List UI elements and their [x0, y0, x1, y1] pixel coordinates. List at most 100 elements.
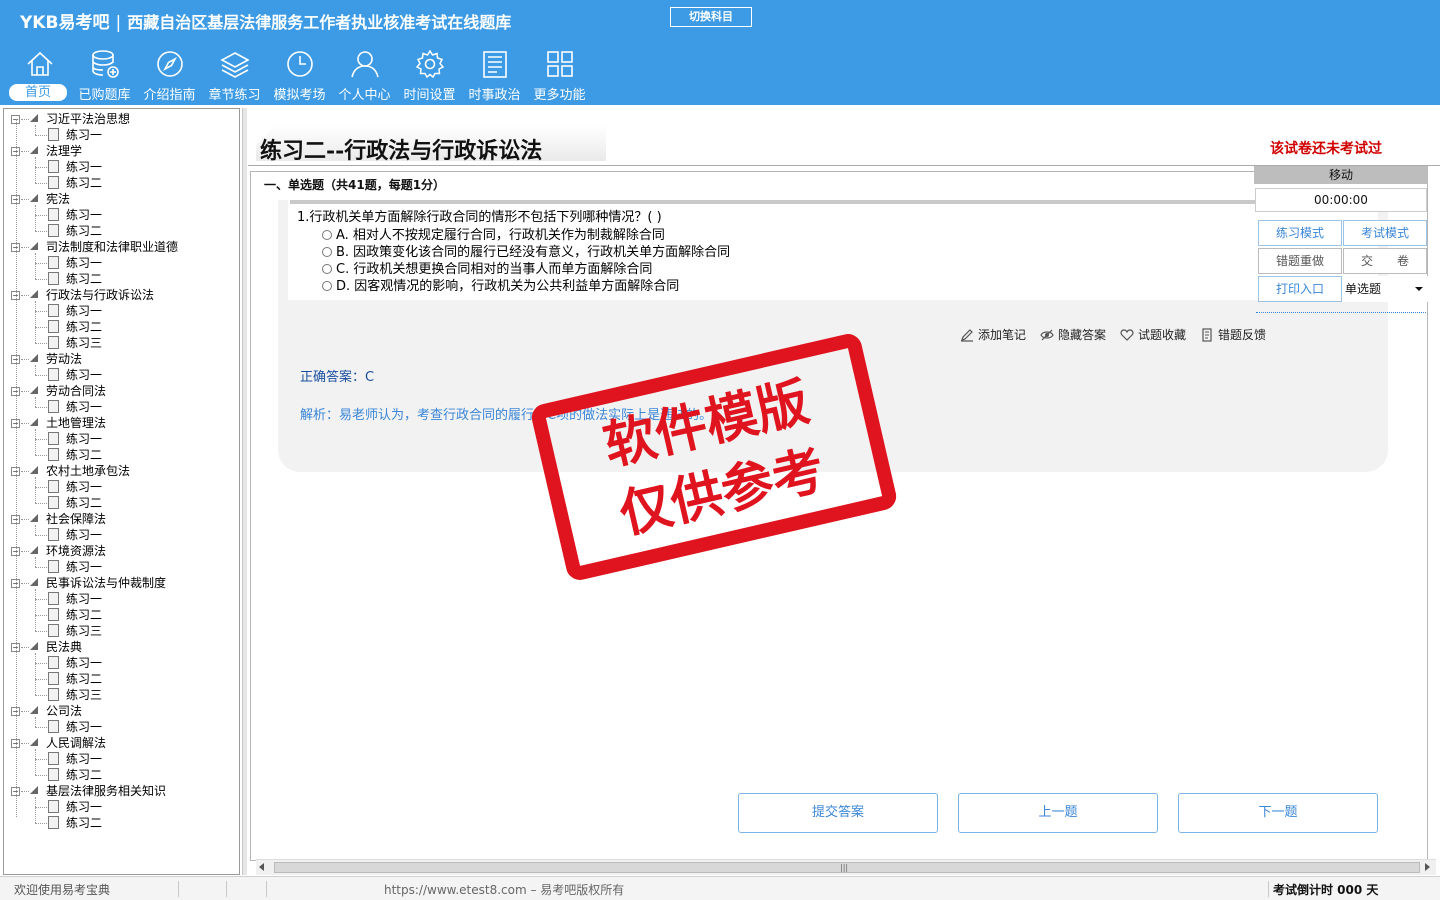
hide-answer-button[interactable]: 隐藏答案: [1040, 326, 1106, 343]
tree-connector: [21, 471, 29, 472]
clock-icon: [286, 51, 313, 77]
nav-current-affairs[interactable]: 时事政治: [462, 48, 527, 104]
radio-button[interactable]: [322, 230, 332, 240]
tree-connector: [35, 135, 47, 136]
document-icon: [48, 688, 59, 701]
document-icon: [48, 624, 59, 637]
tree-connector: [21, 519, 29, 520]
tree-connector: [35, 157, 36, 183]
tree-connector: [21, 791, 29, 792]
tree-connector: [35, 429, 36, 455]
tree-node[interactable]: − 环境资源法: [4, 543, 234, 559]
tree-node-label: 土地管理法: [46, 416, 107, 430]
tree-connector: [35, 125, 36, 135]
document-icon: [48, 128, 59, 141]
tree-node[interactable]: − 劳动法: [4, 351, 234, 367]
panel-move-handle[interactable]: 移动: [1254, 166, 1428, 184]
add-note-button[interactable]: 添加笔记: [960, 326, 1026, 343]
folder-triangle-icon: [30, 354, 38, 362]
nav-mock-exam[interactable]: 模拟考场: [267, 48, 332, 104]
document-icon: [48, 720, 59, 733]
radio-button[interactable]: [322, 247, 332, 257]
main-nav: 首页 已购题库 介绍指南 章节练习 模拟考场 个人中心 时间设置 时事政治 更多…: [7, 48, 592, 104]
tool-label: 隐藏答案: [1058, 328, 1107, 342]
tree-leaf-label: 练习二: [66, 496, 103, 510]
print-button[interactable]: 打印入口: [1258, 276, 1342, 302]
tree-connector: [35, 327, 47, 328]
tree-node[interactable]: − 公司法: [4, 703, 234, 719]
tree-node[interactable]: − 民事诉讼法与仲裁制度: [4, 575, 234, 591]
status-divider: [1268, 881, 1269, 897]
nav-guide[interactable]: 介绍指南: [137, 48, 202, 104]
chevron-down-icon: [1415, 287, 1423, 291]
user-icon: [350, 51, 379, 78]
question-text: 1.行政机关单方面解除行政合同的情形不包括下列哪种情况？( ): [297, 210, 662, 225]
nav-chapter-practice[interactable]: 章节练习: [202, 48, 267, 104]
document-icon: [48, 368, 59, 381]
tree-node[interactable]: − 宪法: [4, 191, 234, 207]
tree-node[interactable]: − 民法典: [4, 639, 234, 655]
tree-leaf-label: 练习二: [66, 272, 103, 286]
section-heading: 一、单选题（共41题，每题1分）: [264, 178, 446, 192]
tree-node[interactable]: − 习近平法治思想: [4, 111, 234, 127]
radio-button[interactable]: [322, 264, 332, 274]
tool-label: 添加笔记: [978, 328, 1027, 342]
nav-label: 更多功能: [533, 88, 586, 103]
folder-triangle-icon: [30, 386, 38, 394]
tree-leaf-label: 练习一: [66, 720, 103, 734]
nav-more[interactable]: 更多功能: [527, 48, 592, 104]
tree-connector: [35, 343, 47, 344]
horizontal-scrollbar[interactable]: |||: [256, 859, 1436, 875]
tree-node[interactable]: − 劳动合同法: [4, 383, 234, 399]
tree-leaf-label: 练习一: [66, 400, 103, 414]
practice-mode-button[interactable]: 练习模式: [1258, 220, 1342, 246]
tree-node[interactable]: − 社会保障法: [4, 511, 234, 527]
pane-splitter[interactable]: [242, 108, 247, 875]
wrong-redo-button[interactable]: 错题重做: [1258, 248, 1342, 274]
tree-connector: [21, 119, 29, 120]
tree-connector: [35, 397, 36, 407]
tree-node[interactable]: − 土地管理法: [4, 415, 234, 431]
radio-button[interactable]: [322, 281, 332, 291]
document-icon: [48, 608, 59, 621]
scroll-left-arrow[interactable]: [259, 863, 264, 871]
status-welcome: 欢迎使用易考宝典: [14, 883, 111, 897]
tree-node-label: 农村土地承包法: [46, 464, 131, 478]
tree-connector: [35, 215, 47, 216]
tree-node[interactable]: − 农村土地承包法: [4, 463, 234, 479]
hand-in-button[interactable]: 交 卷: [1343, 248, 1427, 274]
document-icon: [48, 496, 59, 509]
tree-leaf-label: 练习一: [66, 528, 103, 542]
tree-connector: [21, 647, 29, 648]
question-type-select[interactable]: 单选题: [1342, 276, 1428, 302]
tree-node[interactable]: − 人民调解法: [4, 735, 234, 751]
next-question-button[interactable]: 下一题: [1178, 793, 1378, 833]
tree-node[interactable]: − 行政法与行政诉讼法: [4, 287, 234, 303]
nav-purchased[interactable]: 已购题库: [72, 48, 137, 104]
tree-leaf-label: 练习一: [66, 304, 103, 318]
tree-node[interactable]: − 法理学: [4, 143, 234, 159]
document-icon: [48, 448, 59, 461]
exam-status-note: 该试卷还未考试过: [1270, 141, 1382, 157]
nav-home[interactable]: 首页: [7, 48, 72, 104]
tree-leaf-label: 练习一: [66, 208, 103, 222]
tree-connector: [35, 535, 47, 536]
document-icon: [48, 560, 59, 573]
document-icon: [48, 224, 59, 237]
nav-time-settings[interactable]: 时间设置: [397, 48, 462, 104]
exam-mode-button[interactable]: 考试模式: [1343, 220, 1427, 246]
nav-profile[interactable]: 个人中心: [332, 48, 397, 104]
previous-question-button[interactable]: 上一题: [958, 793, 1158, 833]
submit-answer-button[interactable]: 提交答案: [738, 793, 938, 833]
tree-node[interactable]: − 司法制度和法律职业道德: [4, 239, 234, 255]
tree-node-label: 法理学: [46, 144, 83, 158]
switch-subject-button[interactable]: 切换科目: [670, 7, 752, 27]
favorite-question-button[interactable]: 试题收藏: [1120, 326, 1186, 343]
error-feedback-button[interactable]: 错题反馈: [1200, 326, 1266, 343]
tree-node[interactable]: − 基层法律服务相关知识: [4, 783, 234, 799]
tree-leaf-label: 练习一: [66, 256, 103, 270]
tree-connector: [21, 247, 29, 248]
scroll-right-arrow[interactable]: [1425, 863, 1430, 871]
option-d[interactable]: D. 因客观情况的影响，行政机关为公共利益单方面解除合同: [322, 275, 679, 294]
tree-connector: [35, 253, 36, 279]
